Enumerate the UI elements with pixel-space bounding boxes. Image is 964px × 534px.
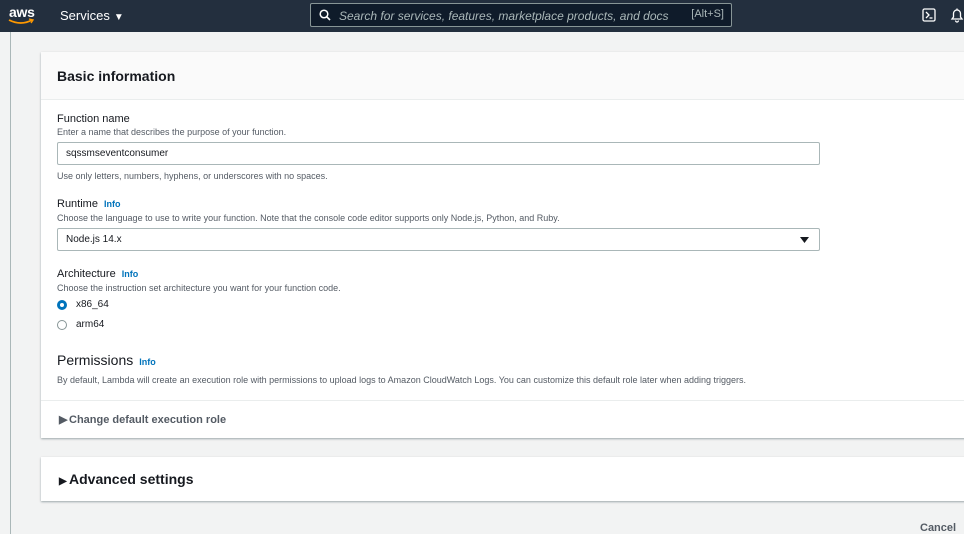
radio-selected-icon[interactable] <box>57 300 67 310</box>
architecture-label-row: Architecture Info <box>57 268 138 280</box>
runtime-info-link[interactable]: Info <box>104 199 121 209</box>
permissions-description: By default, Lambda will create an execut… <box>57 375 747 385</box>
panel-title: Basic information <box>57 68 176 84</box>
advanced-settings-expander[interactable]: ▶ Advanced settings <box>59 471 193 487</box>
caret-down-icon <box>800 237 809 243</box>
advanced-settings-label: Advanced settings <box>69 471 194 487</box>
permissions-info-link[interactable]: Info <box>139 357 156 367</box>
radio-label: x86_64 <box>76 299 109 310</box>
runtime-label-row: Runtime Info <box>57 198 120 210</box>
runtime-label: Runtime <box>57 198 98 210</box>
services-menu-button[interactable]: Services ▼ <box>60 8 124 23</box>
global-search[interactable]: [Alt+S] <box>310 3 732 27</box>
caret-right-icon: ▶ <box>59 414 68 426</box>
function-name-label: Function name <box>57 113 130 125</box>
architecture-label: Architecture <box>57 268 116 280</box>
cancel-button[interactable]: Cancel <box>920 522 956 534</box>
caret-right-icon: ▶ <box>59 476 67 487</box>
divider <box>41 400 964 401</box>
basic-information-panel: Basic information Function name Enter a … <box>41 52 964 438</box>
expander-label: Change default execution role <box>69 414 227 426</box>
search-shortcut-hint: [Alt+S] <box>691 8 724 20</box>
architecture-info-link[interactable]: Info <box>122 269 139 279</box>
aws-smile-icon <box>8 18 35 24</box>
advanced-settings-panel: ▶ Advanced settings <box>41 457 964 501</box>
radio-label: arm64 <box>76 319 105 330</box>
aws-logo[interactable]: aws <box>8 4 38 26</box>
runtime-select[interactable]: Node.js 14.x <box>57 228 820 251</box>
services-label: Services <box>60 8 110 23</box>
function-name-input[interactable] <box>57 142 820 165</box>
caret-down-icon: ▼ <box>113 12 124 23</box>
content-left-border <box>10 32 11 534</box>
notifications-bell-icon[interactable] <box>949 7 964 23</box>
radio-unselected-icon[interactable] <box>57 320 67 330</box>
search-icon <box>319 9 331 21</box>
permissions-heading-row: Permissions Info <box>57 352 156 368</box>
architecture-description: Choose the instruction set architecture … <box>57 283 341 293</box>
runtime-selected-value: Node.js 14.x <box>66 234 122 245</box>
change-execution-role-expander[interactable]: ▶ Change default execution role <box>59 413 226 426</box>
permissions-title: Permissions <box>57 352 134 368</box>
cloudshell-icon[interactable] <box>922 8 936 22</box>
function-name-description: Enter a name that describes the purpose … <box>57 127 287 137</box>
top-navigation-bar: aws Services▼ [Alt+S] <box>0 0 964 32</box>
function-name-constraint-hint: Use only letters, numbers, hyphens, or u… <box>57 171 328 181</box>
search-input[interactable] <box>337 6 681 26</box>
runtime-description: Choose the language to use to write your… <box>57 213 560 223</box>
panel-header: Basic information <box>41 52 964 100</box>
